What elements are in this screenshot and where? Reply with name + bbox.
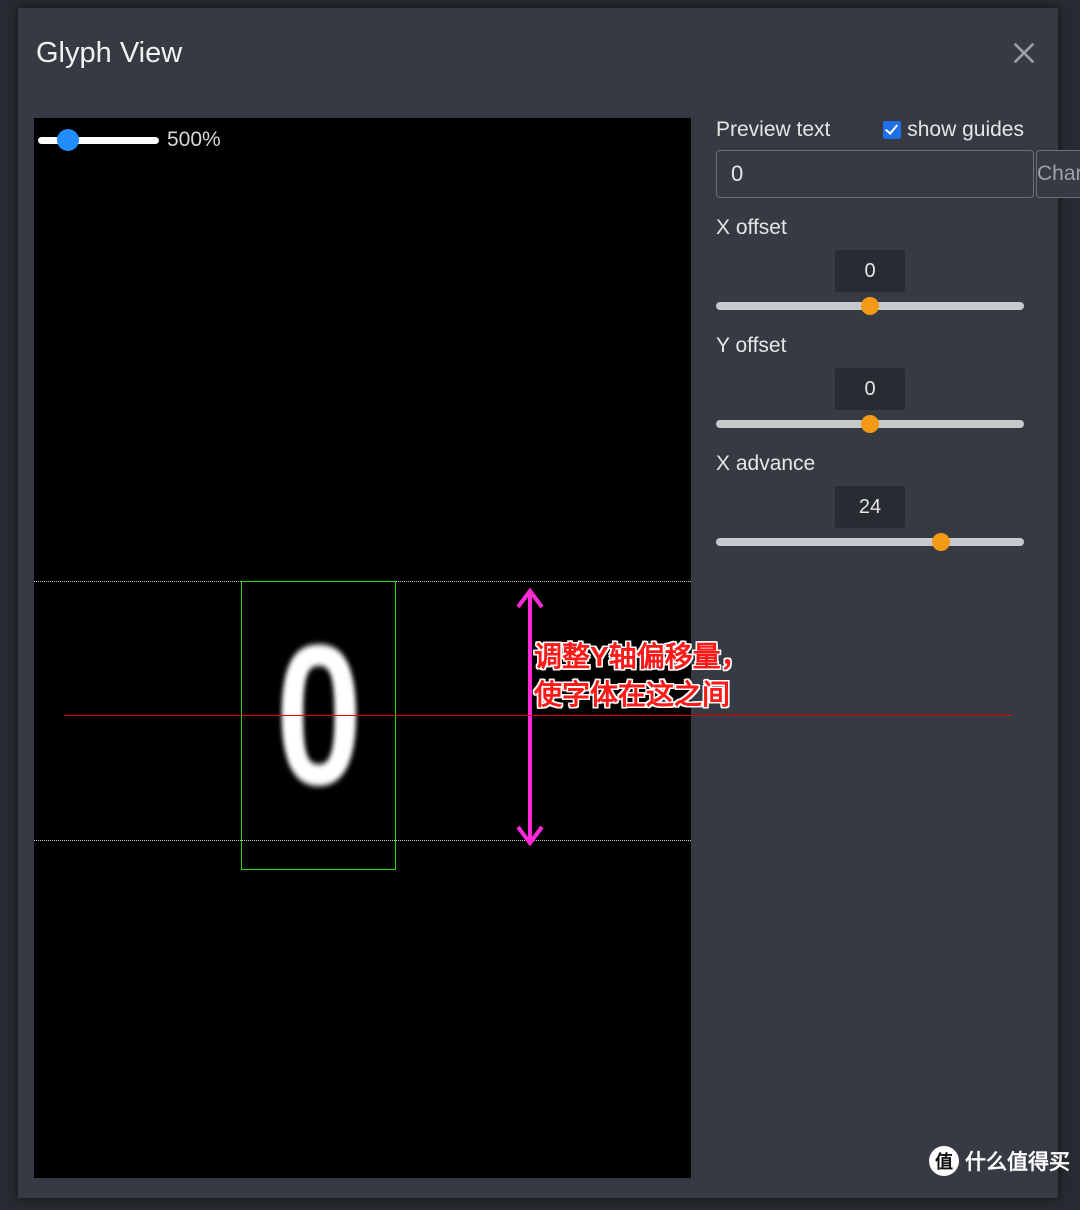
control-slider[interactable]: [716, 302, 1024, 310]
preview-text-label: Preview text: [716, 118, 830, 142]
modal-title: Glyph View: [36, 37, 182, 70]
show-guides-input[interactable]: [883, 121, 901, 139]
preview-mode-dropdown[interactable]: Characters ▼: [1036, 150, 1080, 198]
zoom-slider[interactable]: [38, 137, 159, 144]
watermark-text: 什么值得买: [965, 1146, 1070, 1176]
control-x-advance: X advance 24: [716, 452, 1024, 546]
annotation-line1: 调整Y轴偏移量，: [534, 638, 749, 676]
control-slider[interactable]: [716, 538, 1024, 546]
annotation-line2: 使字体在这之间: [534, 676, 749, 714]
zoom-slider-thumb[interactable]: [57, 129, 79, 151]
preview-text-input[interactable]: [716, 150, 1034, 198]
glyph-view-modal: Glyph View 500% 0: [18, 8, 1058, 1198]
control-label: X offset: [716, 216, 1024, 240]
control-slider[interactable]: [716, 420, 1024, 428]
slider-thumb[interactable]: [861, 297, 879, 315]
dropdown-label: Characters: [1037, 162, 1080, 186]
control-y-offset: Y offset 0: [716, 334, 1024, 428]
slider-thumb[interactable]: [861, 415, 879, 433]
annotation-text: 调整Y轴偏移量， 使字体在这之间: [534, 638, 749, 714]
watermark: 值 什么值得买: [929, 1146, 1070, 1176]
zoom-value: 500%: [167, 128, 221, 152]
control-label: X advance: [716, 452, 1024, 476]
y-range-arrow-icon: [510, 585, 550, 849]
glyph-preview: 500% 0 调整Y轴偏移量， 使字体在这之间: [34, 118, 691, 1178]
show-guides-checkbox[interactable]: show guides: [883, 118, 1024, 142]
watermark-badge: 值: [929, 1146, 959, 1176]
show-guides-label: show guides: [907, 118, 1024, 142]
control-label: Y offset: [716, 334, 1024, 358]
control-x-offset: X offset 0: [716, 216, 1024, 310]
modal-header: Glyph View: [18, 8, 1058, 98]
control-value: 24: [835, 486, 905, 528]
controls-panel: Preview text show guides Characters ▼ X …: [716, 118, 1024, 570]
glyph-bounding-box: 0: [241, 581, 396, 870]
baseline-guide: [64, 715, 1012, 716]
close-icon[interactable]: [1010, 39, 1038, 67]
control-value: 0: [835, 250, 905, 292]
slider-thumb[interactable]: [932, 533, 950, 551]
control-value: 0: [835, 368, 905, 410]
